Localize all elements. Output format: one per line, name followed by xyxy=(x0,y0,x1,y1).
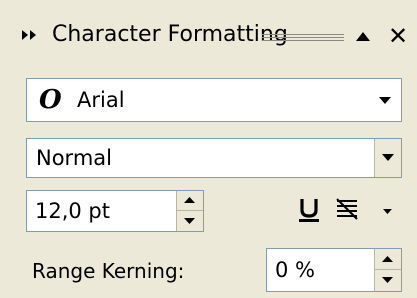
range-kerning-spin-buttons xyxy=(374,249,401,291)
font-style-value: Normal xyxy=(36,146,112,170)
font-size-spin-buttons xyxy=(176,191,203,231)
font-size-decrement-button[interactable] xyxy=(177,211,203,230)
font-family-dropdown[interactable]: O Arial xyxy=(26,78,402,122)
font-size-spinner[interactable]: 12,0 pt xyxy=(26,190,204,232)
strikethrough-icon[interactable] xyxy=(336,197,358,221)
chevron-up-icon xyxy=(184,197,195,203)
range-kerning-decrement-button[interactable] xyxy=(375,270,401,290)
underline-icon[interactable] xyxy=(298,197,320,223)
chevron-down-icon xyxy=(184,218,195,224)
range-kerning-label: Range Kerning: xyxy=(32,259,185,283)
chevron-up-icon xyxy=(382,256,393,262)
opentype-font-icon: O xyxy=(39,85,62,115)
font-style-dropdown[interactable]: Normal xyxy=(26,138,402,178)
font-style-dropdown-button[interactable] xyxy=(374,139,401,177)
close-icon[interactable]: ✕ xyxy=(388,24,408,48)
range-kerning-value: 0 % xyxy=(275,258,315,282)
panel-title: Character Formatting xyxy=(52,22,288,47)
chevron-down-icon xyxy=(382,154,394,161)
range-kerning-increment-button[interactable] xyxy=(375,249,401,270)
range-kerning-spinner[interactable]: 0 % xyxy=(266,248,402,292)
grip-handle[interactable] xyxy=(262,34,344,43)
chevron-down-icon xyxy=(382,277,393,283)
chevron-down-icon[interactable] xyxy=(379,97,391,104)
font-size-value: 12,0 pt xyxy=(35,199,110,223)
font-size-increment-button[interactable] xyxy=(177,191,203,211)
collapse-icon[interactable] xyxy=(22,30,38,40)
panel-header: Character Formatting ✕ xyxy=(0,0,417,68)
font-family-value: Arial xyxy=(77,88,125,112)
move-up-icon[interactable] xyxy=(356,32,370,41)
character-formatting-panel: Character Formatting ✕ O Arial Normal 12… xyxy=(0,0,417,298)
strikethrough-dropdown-icon[interactable] xyxy=(383,209,392,214)
